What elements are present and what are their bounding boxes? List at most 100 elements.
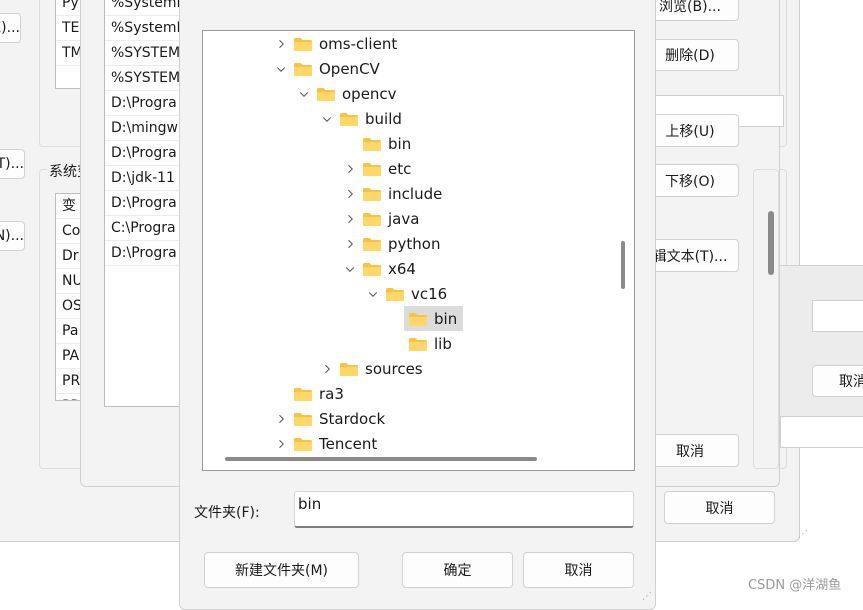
tree-item-label: sources [365,359,423,378]
chevron-right-icon[interactable] [342,236,358,252]
tree-item-label: ra3 [319,384,344,403]
folder-icon [362,186,382,202]
edit-user-var-button[interactable]: (E)... [0,13,21,43]
tree-item-label: include [388,184,443,203]
tree-item-sources[interactable]: sources [319,356,429,381]
watermark: CSDN @洋湖鱼 [748,578,842,593]
folder-icon [385,286,405,302]
tree-item-ra3[interactable]: ra3 [273,381,350,406]
chevron-down-icon[interactable] [296,86,312,102]
tree-vertical-scrollbar-thumb[interactable] [621,241,625,289]
folder-icon [293,386,313,402]
env-window-resize-grip[interactable]: ⋰ [798,530,810,542]
edit-window-cancel-button[interactable]: 取消 [664,491,775,524]
folder-label: 文件夹(F): [194,505,260,521]
tree-item-bin[interactable]: bin [388,306,464,331]
folder-icon [339,111,359,127]
env-scrollbar-thumb[interactable] [768,211,774,275]
tree-item-x64[interactable]: x64 [342,256,422,281]
chevron-right-icon[interactable] [342,211,358,227]
tree-item-label: bin [388,134,412,153]
folder-icon [293,411,313,427]
path-row[interactable]: %SystemR [105,0,183,16]
tree-item-include[interactable]: include [342,181,448,206]
tree-item-label: x64 [388,259,416,278]
tree-item-opencv[interactable]: OpenCV [273,56,386,81]
folder-icon [408,336,428,352]
path-row[interactable]: %SYSTEMR [105,66,183,91]
tree-item-label: build [365,109,402,128]
tree-item-opencv[interactable]: opencv [296,81,403,106]
tree-item-label: oms-client [319,34,398,53]
tree-item-lib[interactable]: lib [388,331,458,356]
path-row[interactable]: D:\Progra [105,191,183,216]
tree-item-java[interactable]: java [342,206,425,231]
tree-item-vc16[interactable]: vc16 [365,281,453,306]
folder-icon [293,36,313,52]
path-row[interactable]: D:\Progra [105,241,183,266]
folder-icon [316,86,336,102]
folder-name-value: bin [298,495,322,513]
tree-horizontal-scrollbar-thumb[interactable] [225,457,537,461]
tree-item-label: Stardock [319,409,386,428]
tree-item-build[interactable]: build [319,106,408,131]
folder-icon [362,211,382,227]
tree-item-label: bin [434,309,458,328]
path-row[interactable]: %SYSTEMR [105,41,183,66]
tree-item-label: java [388,209,420,228]
right-window-input[interactable] [812,300,863,332]
path-row[interactable]: C:\Progra [105,216,183,241]
chevron-right-icon[interactable] [273,411,289,427]
folder-icon [339,361,359,377]
path-list[interactable]: %SystemR %SystemR %SYSTEMR %SYSTEMR D:\Progr… [104,0,184,407]
right-cancel-button[interactable]: 取消 [812,365,863,397]
tree-item-label: python [388,234,441,253]
ok-button[interactable]: 确定 [402,552,513,588]
chevron-down-icon[interactable] [273,61,289,77]
tree-item-label: Tencent [319,434,378,453]
path-row[interactable]: D:\Progra [105,91,183,116]
edit-system-var-button[interactable]: (T)... [0,149,25,179]
chevron-down-icon[interactable] [342,261,358,277]
chevron-right-icon[interactable] [319,361,335,377]
path-row[interactable]: %SystemR [105,16,183,41]
cancel-button[interactable]: 取消 [523,552,634,588]
chevron-right-icon[interactable] [273,36,289,52]
folder-icon [362,236,382,252]
tree-item-stardock[interactable]: Stardock [273,406,391,431]
env-panel-right [753,169,779,469]
chevron-right-icon[interactable] [342,161,358,177]
folder-tree[interactable]: oms-client OpenCV opencv build bin etc include… [202,30,635,471]
right-input-lower[interactable] [780,416,863,448]
folder-icon [408,311,428,327]
path-row[interactable]: D:\mingw [105,116,183,141]
folder-icon [362,161,382,177]
tree-item-etc[interactable]: etc [342,156,417,181]
path-row[interactable]: D:\Progra [105,141,183,166]
tree-item-bin[interactable]: bin [342,131,417,156]
chevron-down-icon[interactable] [365,286,381,302]
folder-name-input[interactable]: bin [294,491,634,528]
browse-folder-dialog: oms-client OpenCV opencv build bin etc include… [179,0,656,610]
tree-item-label: vc16 [411,284,448,303]
chevron-right-icon[interactable] [342,186,358,202]
folder-icon [362,136,382,152]
tree-item-tencent[interactable]: Tencent [273,431,383,456]
chevron-right-icon[interactable] [273,436,289,452]
folder-icon [293,61,313,77]
new-folder-button[interactable]: 新建文件夹(M) [204,552,359,588]
folder-icon [362,261,382,277]
tree-item-python[interactable]: python [342,231,446,256]
tree-item-label: opencv [342,84,397,103]
delete-system-var-button[interactable]: N)... [0,221,25,251]
path-row[interactable]: D:\jdk-11 [105,166,183,191]
tree-item-oms-client[interactable]: oms-client [273,31,403,56]
chevron-down-icon[interactable] [319,111,335,127]
dialog-resize-grip[interactable]: ⋰ [642,591,652,602]
tree-item-label: OpenCV [319,59,380,78]
tree-item-label: lib [434,334,452,353]
